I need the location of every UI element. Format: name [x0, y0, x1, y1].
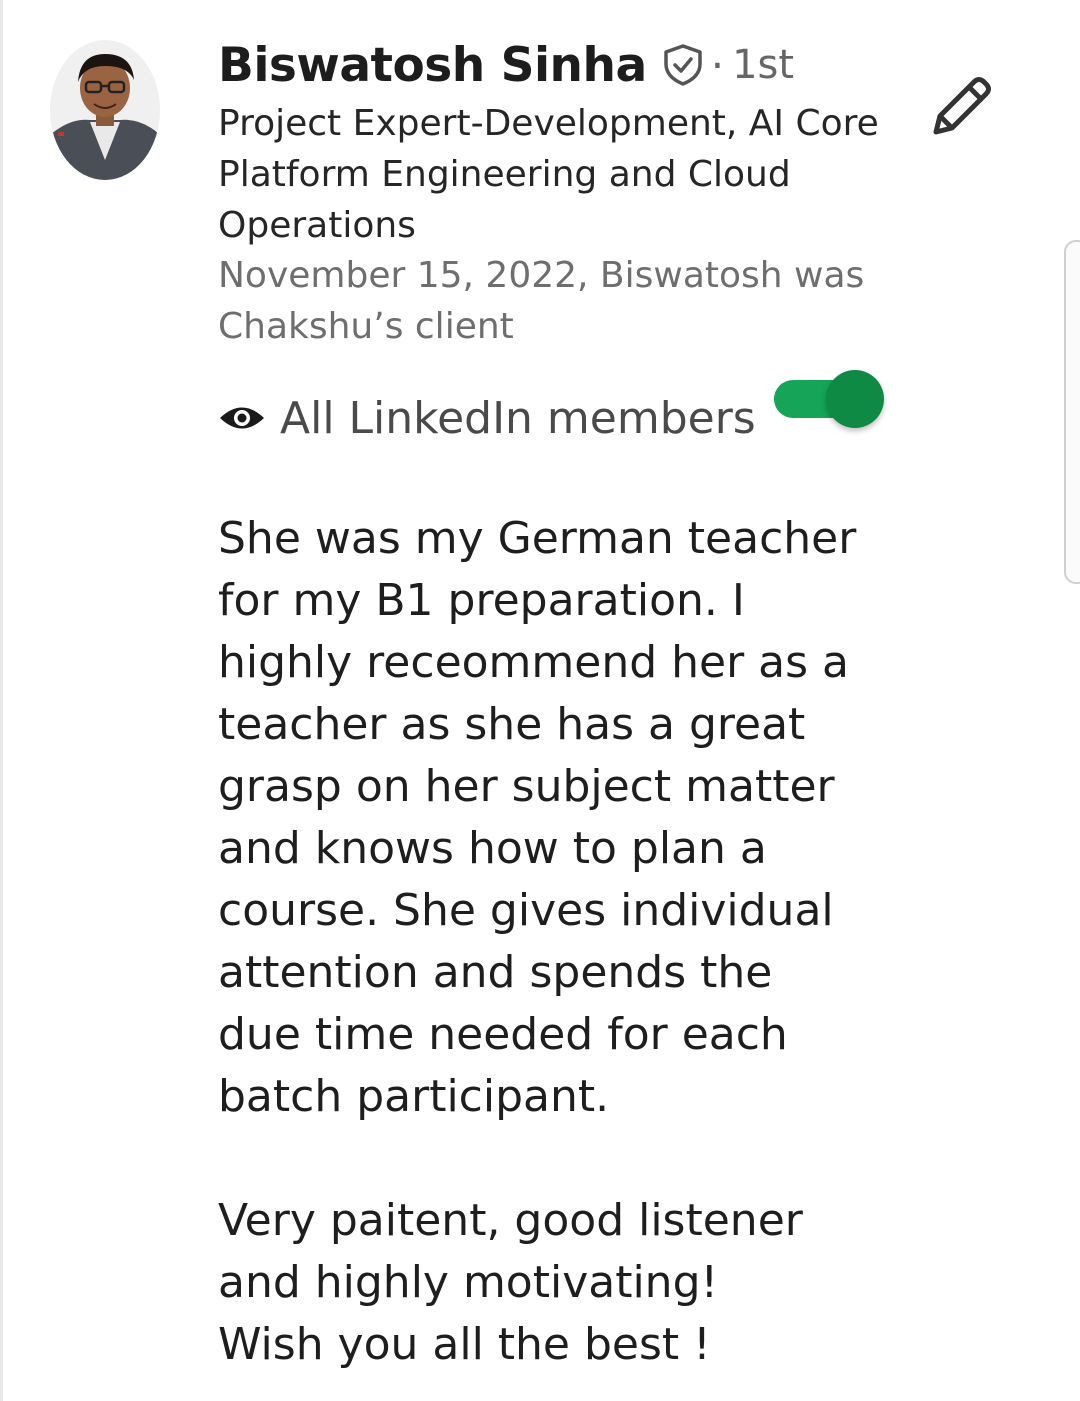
recommender-headline: Project Expert-Development, AI Core Plat… [218, 103, 879, 246]
scrollbar-handle[interactable] [1064, 240, 1080, 584]
visibility-toggle[interactable] [774, 370, 884, 428]
pencil-icon [933, 77, 991, 135]
visibility-label: All LinkedIn members [280, 392, 756, 444]
recommendation-paragraph: She was my German teacher for my B1 prep… [218, 513, 857, 1122]
recommender-header: Biswatosh Sinha · 1st [218, 30, 794, 100]
relationship-meta: November 15, 2022, Biswatosh was Chakshu… [218, 255, 865, 347]
recommender-name[interactable]: Biswatosh Sinha [218, 38, 647, 93]
toggle-knob [826, 370, 884, 428]
left-border [0, 0, 3, 1401]
verified-shield-icon [661, 43, 705, 87]
avatar[interactable] [50, 40, 160, 180]
separator-dot: · [710, 40, 725, 90]
edit-button[interactable] [926, 72, 996, 142]
connection-degree: 1st [732, 42, 795, 88]
recommendation-paragraph: Very paitent, good listener and highly m… [218, 1195, 803, 1370]
eye-icon [220, 407, 264, 429]
recommendation-text: She was my German teacher for my B1 prep… [218, 508, 858, 1376]
visibility-setting: All LinkedIn members [218, 385, 756, 451]
